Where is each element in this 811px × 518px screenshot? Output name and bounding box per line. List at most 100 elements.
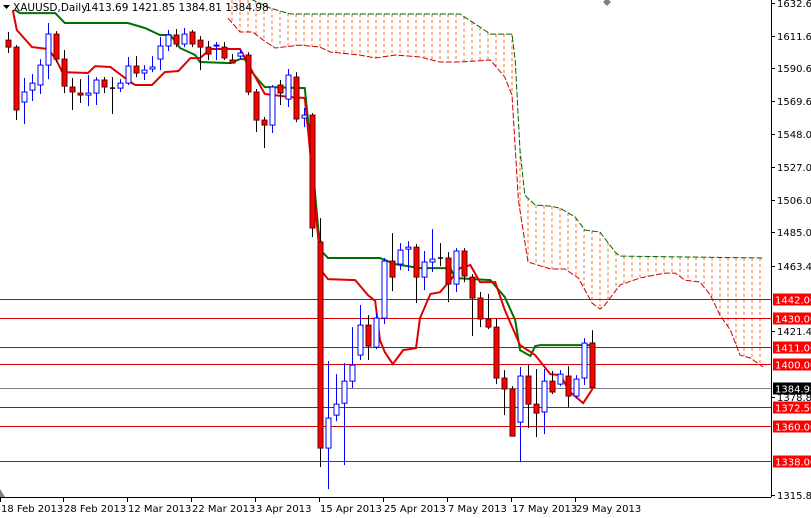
ichimoku-cloud [227,0,764,368]
candle [477,292,484,328]
candle [197,36,204,71]
y-tick-label: 1506.00 [777,196,811,207]
candle [181,28,188,48]
y-tick-label: 1632.60 [777,0,811,10]
candle-body [141,69,148,74]
candle [77,79,84,104]
candle [357,305,364,361]
candle [309,113,316,238]
candle [333,374,340,422]
candle-body [589,342,596,389]
candle-body [149,66,156,70]
candle [565,366,572,408]
price-chart[interactable]: 1442.00 1430.00 1411.00 1400.00 1372.50 1360.… [0,0,811,518]
candle-body [501,377,508,390]
candle [493,319,500,385]
candle [557,370,564,387]
tenkan-sen-line [11,9,594,405]
candle [117,79,124,92]
candle [389,233,396,292]
x-tick-label: 29 May 2013 [576,504,641,515]
candle-body [157,45,164,60]
candle [461,248,468,283]
y-tick-label: 1569.60 [777,97,811,108]
candle [573,375,580,399]
candle-body [557,373,564,385]
level-label: 1442.00 [775,296,811,307]
y-tick-label: 1421.40 [777,327,811,338]
candle-body [333,403,340,416]
candle [453,248,460,293]
ohlc-readout: 1413.69 1421.85 1384.81 1384.98 [85,2,269,14]
candle-body [13,46,20,111]
candle [501,370,508,416]
candle-body [357,324,364,356]
candle [157,37,164,71]
y-tick-label: 1548.00 [777,130,811,141]
menu-triangle-icon[interactable] [3,5,10,9]
candle [229,54,236,64]
candle [221,41,228,60]
candle [45,23,52,80]
candle-body [221,46,228,59]
candle [189,30,196,48]
x-tick-label: 15 Apr 2013 [320,504,382,515]
candle [245,52,252,96]
candle-body [397,249,404,265]
candle [149,56,156,73]
candle [421,251,428,291]
candle [469,274,476,337]
candle-body [61,58,68,87]
candle [29,74,36,101]
candle-body [445,257,452,285]
candle-body [453,250,460,285]
candle-body [173,34,180,45]
candle [213,41,220,60]
candle-body [573,378,580,397]
candle-body [389,260,396,278]
x-tick-label: 3 Apr 2013 [256,504,311,515]
candle [69,78,76,111]
kijun-sen-line [14,9,593,358]
candle [141,65,148,81]
candle-body [493,326,500,379]
candle-body [293,76,300,120]
candle [445,252,452,303]
candle [438,243,443,267]
scroll-end-marker-icon[interactable] [0,489,5,497]
candle [285,69,292,108]
candle-body [533,403,540,414]
chart-shift-marker-icon[interactable] [603,0,611,6]
candle-body [325,417,332,449]
x-tick-label: 17 May 2013 [512,504,577,515]
candle-body [541,380,548,413]
candle-body [525,375,532,405]
price-axis[interactable]: 1442.00 1430.00 1411.00 1400.00 1372.50 1360.… [771,0,811,502]
candle [205,41,212,60]
candle-body [53,33,60,60]
candle-body [237,52,244,57]
candle-body [253,91,260,121]
candle [101,77,108,94]
candle-body [165,34,172,47]
time-axis[interactable]: 18 Feb 2013 28 Feb 2013 12 Mar 2013 22 Mar … [0,497,642,515]
candle-body [197,39,204,48]
candle [581,338,588,386]
candle [110,77,115,115]
symbol-label: XAUUSD,Daily [13,2,87,14]
x-tick-label: 28 Feb 2013 [64,504,126,515]
level-label: 1338.00 [775,458,811,469]
candle [53,31,60,63]
candle-body [413,246,420,278]
candle-body [381,260,388,319]
candle-body [461,250,468,277]
x-tick-label: 7 May 2013 [448,504,507,515]
candle [277,80,284,106]
candle-body [205,46,212,55]
x-tick-label: 25 Apr 2013 [384,504,446,515]
candle [429,229,436,273]
candle [509,386,516,437]
candle-body [133,65,140,74]
candle [269,84,276,133]
candle-body [429,258,436,263]
